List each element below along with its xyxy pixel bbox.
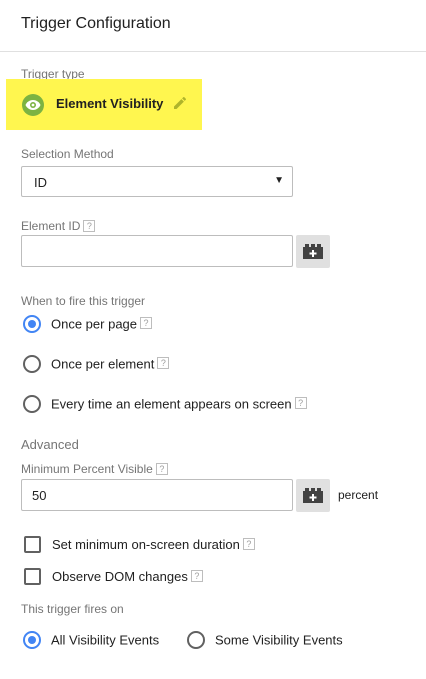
radio-label: Some Visibility Events xyxy=(215,632,343,648)
radio-button[interactable] xyxy=(23,395,41,413)
checkbox[interactable] xyxy=(24,568,41,586)
radio-label: Every time an element appears on screen xyxy=(51,396,292,412)
radio-once-per-page[interactable]: Once per page? xyxy=(23,315,153,333)
checkbox-observe-dom[interactable]: Observe DOM changes? xyxy=(24,568,203,586)
help-icon[interactable]: ? xyxy=(190,569,203,582)
radio-every-time[interactable]: Every time an element appears on screen? xyxy=(23,395,307,413)
variable-brick-icon xyxy=(303,488,323,503)
selection-method-label: Selection Method xyxy=(21,147,114,161)
radio-label: All Visibility Events xyxy=(51,632,160,648)
radio-button[interactable] xyxy=(187,631,205,649)
radio-some-visibility-events[interactable]: Some Visibility Events xyxy=(187,631,343,649)
element-id-label: Element ID? xyxy=(21,219,96,233)
help-icon[interactable]: ? xyxy=(155,462,168,475)
fires-on-label: This trigger fires on xyxy=(21,602,124,616)
checkbox[interactable] xyxy=(24,536,41,554)
help-icon[interactable]: ? xyxy=(140,317,153,329)
radio-label: Once per page xyxy=(51,316,138,332)
insert-variable-button[interactable] xyxy=(296,235,330,268)
dialog-title: Trigger Configuration xyxy=(21,15,171,32)
checkbox-label: Observe DOM changes xyxy=(52,569,188,585)
pencil-edit-icon[interactable] xyxy=(173,96,187,115)
radio-button[interactable] xyxy=(23,355,41,373)
help-icon[interactable]: ? xyxy=(294,397,307,409)
element-id-label-text: Element ID xyxy=(21,219,81,233)
radio-all-visibility-events[interactable]: All Visibility Events xyxy=(23,631,159,649)
variable-brick-icon xyxy=(303,244,323,259)
percent-unit-label: percent xyxy=(338,488,379,502)
radio-label: Once per element xyxy=(51,356,155,372)
checkbox-min-duration[interactable]: Set minimum on-screen duration? xyxy=(24,536,255,554)
min-percent-label: Minimum Percent Visible? xyxy=(21,462,168,476)
dropdown-arrow-icon: ▼ xyxy=(274,175,284,186)
eye-icon xyxy=(22,94,44,116)
fire-when-label: When to fire this trigger xyxy=(21,294,146,308)
help-icon[interactable]: ? xyxy=(83,219,96,232)
checkbox-label: Set minimum on-screen duration xyxy=(52,537,240,553)
selection-method-value: ID xyxy=(34,175,47,190)
insert-variable-button[interactable] xyxy=(296,479,330,512)
min-percent-value: 50 xyxy=(32,488,47,503)
element-id-input[interactable] xyxy=(21,235,293,267)
min-percent-label-text: Minimum Percent Visible xyxy=(21,462,153,476)
radio-once-per-element[interactable]: Once per element? xyxy=(23,355,170,373)
radio-button[interactable] xyxy=(23,315,41,333)
trigger-type-value: Element Visibility xyxy=(56,96,164,111)
advanced-heading: Advanced xyxy=(21,437,79,452)
help-icon[interactable]: ? xyxy=(157,357,170,369)
help-icon[interactable]: ? xyxy=(242,537,255,550)
radio-button[interactable] xyxy=(23,631,41,649)
min-percent-input[interactable]: 50 xyxy=(21,479,293,511)
dialog-header: Trigger Configuration xyxy=(0,0,426,52)
trigger-type-selector[interactable]: Element Visibility xyxy=(6,79,202,130)
selection-method-select[interactable]: ID ▼ xyxy=(21,166,293,197)
